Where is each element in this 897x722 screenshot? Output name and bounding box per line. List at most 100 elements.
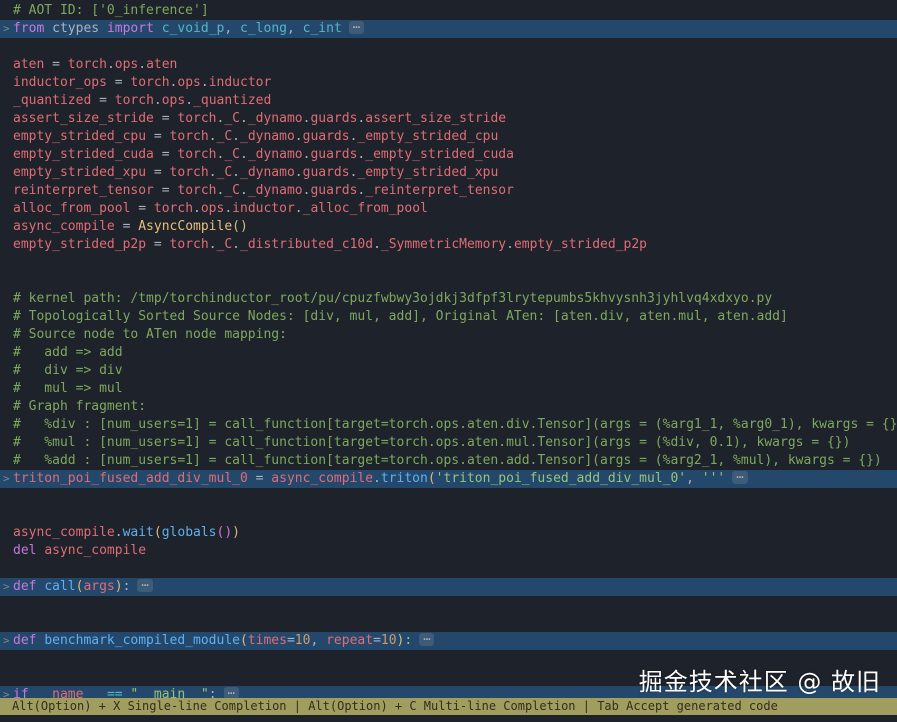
code-line-folded-highlight[interactable]: > def call(args): ⋯: [0, 578, 897, 596]
folded-code-placeholder[interactable]: ⋯: [137, 579, 153, 592]
code-line[interactable]: # Topologically Sorted Source Nodes: [di…: [0, 308, 897, 326]
code-line[interactable]: # add => add: [0, 344, 897, 362]
code-token: inductor: [232, 201, 295, 216]
code-token: (: [427, 471, 436, 486]
folded-code-placeholder[interactable]: ⋯: [348, 21, 365, 34]
code-token: =: [91, 93, 115, 108]
fold-chevron-icon[interactable]: >: [3, 470, 10, 488]
code-token: aten: [13, 57, 45, 72]
code-token: import: [106, 21, 154, 36]
code-token: =: [373, 633, 381, 648]
code-token: _reinterpret_tensor: [365, 183, 514, 198]
code-token: .: [138, 57, 147, 72]
code-token: 'triton_poi_fused_add_div_mul_0': [435, 471, 687, 486]
fold-chevron-icon[interactable]: >: [3, 20, 10, 38]
code-token: torch: [153, 201, 194, 216]
code-token: _C: [224, 111, 240, 126]
code-line[interactable]: [0, 488, 897, 506]
code-token: ops: [114, 57, 139, 72]
code-token: guards: [310, 147, 358, 162]
code-token: async_compile: [44, 543, 147, 558]
code-token: torch: [67, 57, 107, 72]
code-token: _C: [224, 147, 240, 162]
code-token: inductor: [208, 75, 272, 90]
code-token: _quantized: [193, 93, 272, 108]
code-token: _dynamo: [247, 183, 303, 198]
code-token: guards: [302, 165, 350, 180]
code-token: guards: [310, 183, 358, 198]
code-token: .: [240, 111, 248, 126]
fold-chevron-icon[interactable]: >: [3, 578, 10, 596]
code-line[interactable]: _quantized = torch.ops._quantized: [0, 92, 897, 110]
code-line[interactable]: alloc_from_pool = torch.ops.inductor._al…: [0, 200, 897, 218]
code-token: ,: [686, 471, 702, 486]
code-line[interactable]: [0, 614, 897, 632]
code-token: empty_strided_cpu: [13, 129, 147, 144]
code-token: :: [122, 579, 131, 594]
code-token: triton_poi_fused_add_div_mul_0: [13, 471, 248, 486]
folded-code-placeholder[interactable]: ⋯: [419, 633, 435, 646]
code-token: .: [294, 129, 303, 144]
code-token: =: [153, 111, 178, 126]
code-line[interactable]: reinterpret_tensor = torch._C._dynamo.gu…: [0, 182, 897, 200]
code-line[interactable]: [0, 254, 897, 272]
code-line[interactable]: # %div : [num_users=1] = call_function[t…: [0, 416, 897, 434]
code-line[interactable]: [0, 596, 897, 614]
code-line[interactable]: # %mul : [num_users=1] = call_function[t…: [0, 434, 897, 452]
code-token: torch: [177, 183, 217, 198]
code-token: # Source node to ATen node mapping:: [13, 327, 287, 342]
code-token: _distributed_c10d: [240, 237, 374, 252]
code-line[interactable]: # kernel path: /tmp/torchinductor_root/p…: [0, 290, 897, 308]
code-token: _alloc_from_pool: [302, 201, 428, 216]
code-token: triton: [380, 471, 428, 486]
code-token: .: [193, 201, 201, 216]
code-token: alloc_from_pool: [13, 201, 131, 216]
code-line[interactable]: empty_strided_cuda = torch._C._dynamo.gu…: [0, 146, 897, 164]
code-line[interactable]: del async_compile: [0, 542, 897, 560]
code-line[interactable]: # AOT ID: ['0_inference']: [0, 2, 897, 20]
code-token: inductor_ops: [13, 75, 107, 90]
code-token: .: [208, 129, 217, 144]
code-token: =: [146, 237, 170, 252]
code-line[interactable]: empty_strided_cpu = torch._C._dynamo.gua…: [0, 128, 897, 146]
code-line[interactable]: # div => div: [0, 362, 897, 380]
code-editor[interactable]: # AOT ID: ['0_inference'] > from ctypes im…: [0, 2, 897, 704]
code-line[interactable]: # Graph fragment:: [0, 398, 897, 416]
code-line[interactable]: # Source node to ATen node mapping:: [0, 326, 897, 344]
code-line[interactable]: assert_size_stride = torch._C._dynamo.gu…: [0, 110, 897, 128]
code-line[interactable]: empty_strided_p2p = torch._C._distribute…: [0, 236, 897, 254]
code-line-folded-highlight[interactable]: > triton_poi_fused_add_div_mul_0 = async_…: [0, 470, 897, 488]
code-token: ,: [310, 633, 327, 648]
code-token: 10: [294, 633, 311, 648]
code-token: (: [153, 525, 162, 540]
code-token: ,: [224, 21, 241, 36]
code-token: del: [13, 543, 37, 558]
code-line[interactable]: [0, 272, 897, 290]
code-line[interactable]: [0, 38, 897, 56]
code-token: (: [239, 633, 248, 648]
code-line[interactable]: empty_strided_xpu = torch._C._dynamo.gua…: [0, 164, 897, 182]
code-token: guards: [310, 111, 358, 126]
code-token: aten: [146, 57, 178, 72]
code-token: assert_size_stride: [13, 111, 154, 126]
code-token: .: [373, 471, 381, 486]
code-line[interactable]: [0, 506, 897, 524]
code-line[interactable]: async_compile.wait(globals()): [0, 524, 897, 542]
code-token: .: [232, 165, 240, 180]
code-token: # %add : [num_users=1] = call_function[t…: [13, 453, 882, 468]
code-line[interactable]: [0, 560, 897, 578]
fold-chevron-icon[interactable]: >: [3, 632, 10, 650]
folded-code-placeholder[interactable]: ⋯: [732, 471, 748, 484]
code-line[interactable]: async_compile = AsyncCompile(): [0, 218, 897, 236]
code-token: # mul => mul: [13, 381, 123, 396]
code-line[interactable]: # %add : [num_users=1] = call_function[t…: [0, 452, 897, 470]
code-token: ctypes: [44, 21, 107, 36]
code-line[interactable]: inductor_ops = torch.ops.inductor: [0, 74, 897, 92]
code-line[interactable]: aten = torch.ops.aten: [0, 56, 897, 74]
code-line-folded-highlight[interactable]: > from ctypes import c_void_p, c_long, c_…: [0, 20, 897, 38]
code-token: =: [106, 75, 131, 90]
code-token: # add => add: [13, 345, 123, 360]
code-line[interactable]: # mul => mul: [0, 380, 897, 398]
code-token: _C: [224, 183, 240, 198]
code-line-folded-highlight[interactable]: > def benchmark_compiled_module(times=10,…: [0, 632, 897, 650]
